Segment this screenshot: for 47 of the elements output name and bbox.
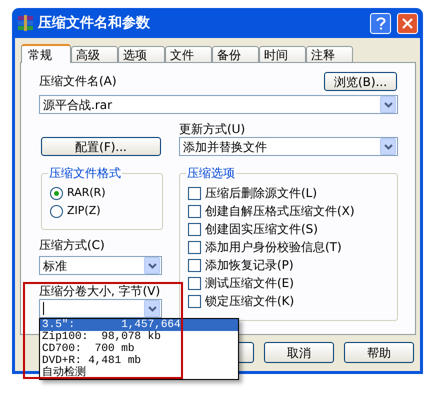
browse-button[interactable]: 浏览(B)... (324, 72, 397, 91)
tab[interactable]: 时间 (259, 46, 306, 62)
dialog-button[interactable]: 取消 (264, 342, 334, 363)
update-mode-combo[interactable]: 添加并替换文件 (179, 137, 398, 156)
tab[interactable]: 注释 (306, 46, 353, 62)
checkbox-label: 添加恢复记录(P) (205, 259, 294, 272)
radio-button[interactable] (50, 204, 63, 218)
field-label: 压缩分卷大小, 字节(V) (39, 284, 162, 298)
radio-label: RAR(R) (67, 186, 106, 200)
volume-size-combo[interactable] (39, 299, 162, 318)
checkbox[interactable] (188, 277, 201, 290)
checkbox-label: 压缩后删除源文件(L) (205, 187, 318, 200)
method-combo[interactable]: 标准 (39, 256, 162, 275)
dropdown-option[interactable]: CD700: 700 mb (40, 343, 238, 355)
close-icon[interactable] (397, 12, 418, 34)
checkbox[interactable] (188, 187, 201, 200)
group-title: 压缩选项 (186, 166, 236, 180)
window-title: 压缩文件名和参数 (38, 14, 151, 32)
tab[interactable]: 高级 (71, 46, 118, 62)
checkbox[interactable] (188, 259, 201, 272)
field-label: 更新方式(U) (179, 122, 246, 136)
radio-label: ZIP(Z) (67, 204, 101, 218)
tab[interactable]: 选项 (118, 46, 165, 62)
checkbox-label: 锁定压缩文件(K) (205, 295, 294, 308)
checkbox[interactable] (188, 241, 201, 254)
config-button[interactable]: 配置(F)... (41, 137, 161, 156)
dropdown-option[interactable]: Zip100: 98,078 kb (40, 331, 238, 343)
radio-button[interactable] (50, 186, 63, 200)
tab[interactable]: 常规 (21, 44, 71, 63)
checkbox-label: 创建固实压缩文件(S) (205, 223, 318, 236)
checkbox-label: 创建自解压格式压缩文件(X) (205, 205, 355, 218)
checkbox[interactable] (188, 205, 201, 218)
checkbox-label: 测试压缩文件(E) (205, 277, 294, 290)
tab[interactable]: 备份 (212, 46, 259, 62)
group-title: 压缩文件格式 (48, 166, 122, 180)
dialog-button[interactable]: 帮助 (344, 342, 414, 363)
archive-books-icon (17, 14, 34, 32)
dropdown-option[interactable]: 3.5": 1,457,664 (40, 319, 238, 331)
checkbox[interactable] (188, 223, 201, 236)
dropdown-option[interactable]: DVD+R: 4,481 mb (40, 355, 238, 367)
archive-name-combo[interactable]: 源平合战.rar (39, 95, 398, 114)
checkbox[interactable] (188, 295, 201, 308)
help-icon[interactable] (370, 12, 391, 34)
field-label: 压缩文件名(A) (39, 74, 117, 88)
field-label: 压缩方式(C) (39, 238, 106, 252)
checkbox-label: 添加用户身份校验信息(T) (205, 241, 342, 254)
tab[interactable]: 文件 (165, 46, 212, 62)
